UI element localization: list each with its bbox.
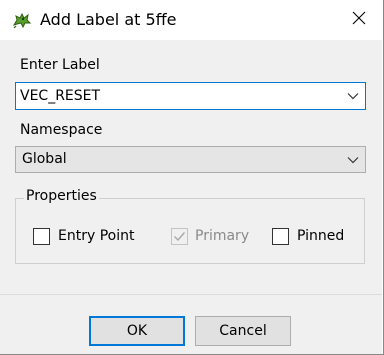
label-input[interactable]	[20, 86, 340, 106]
label-combobox[interactable]	[15, 82, 366, 110]
namespace-select[interactable]: Global	[15, 146, 366, 173]
primary-checkbox[interactable]	[171, 228, 188, 245]
checkmark-icon	[174, 232, 186, 242]
close-icon	[352, 11, 366, 29]
pinned-label[interactable]: Pinned	[297, 228, 344, 244]
title-bar: Add Label at 5ffe	[0, 0, 383, 40]
button-bar: OK Cancel	[0, 294, 382, 354]
pinned-checkbox[interactable]	[272, 228, 289, 245]
chevron-down-icon[interactable]	[347, 154, 359, 166]
close-button[interactable]	[336, 0, 382, 40]
enter-label-label: Enter Label	[20, 57, 100, 73]
ok-button[interactable]: OK	[89, 316, 185, 346]
entry-point-label[interactable]: Entry Point	[58, 228, 134, 244]
primary-label[interactable]: Primary	[195, 228, 249, 244]
namespace-selected-value: Global	[22, 151, 67, 167]
chevron-down-icon[interactable]	[347, 90, 359, 102]
green-dragon-icon	[12, 11, 32, 29]
namespace-label: Namespace	[20, 122, 103, 138]
dialog-body: Enter Label Namespace Global Properties …	[0, 40, 382, 294]
properties-group-label: Properties	[24, 188, 99, 204]
cancel-button[interactable]: Cancel	[195, 316, 291, 346]
dialog-title: Add Label at 5ffe	[40, 10, 177, 29]
add-label-dialog: Add Label at 5ffe Enter Label Namespace …	[0, 0, 384, 355]
entry-point-checkbox[interactable]	[33, 228, 50, 245]
